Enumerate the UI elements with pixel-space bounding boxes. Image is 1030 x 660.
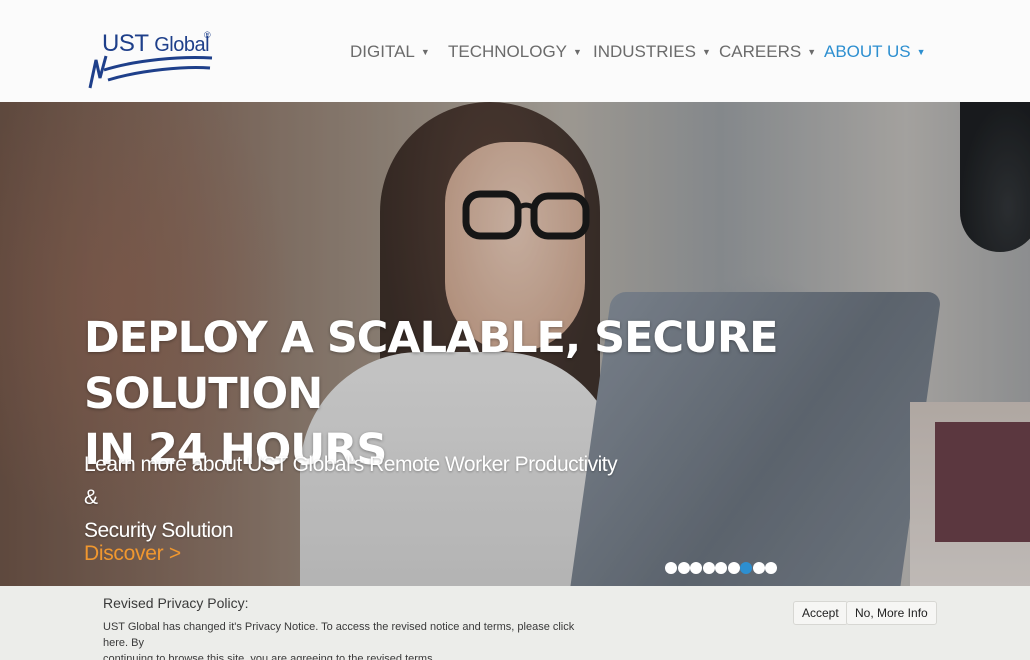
carousel-dot[interactable] — [765, 562, 777, 574]
nav-item-label: DIGITAL — [350, 42, 415, 61]
chevron-down-icon: ▼ — [807, 47, 817, 57]
logo-registered-mark: ® — [204, 30, 211, 40]
nav-item-digital[interactable]: DIGITAL ▼ — [350, 42, 430, 62]
privacy-notice-bar: Revised Privacy Policy: UST Global has c… — [0, 586, 1030, 660]
carousel-dot[interactable] — [690, 562, 702, 574]
chevron-down-icon: ▼ — [420, 47, 430, 57]
chevron-down-icon: ▼ — [916, 47, 926, 57]
privacy-text-line: UST Global has changed it's Privacy Noti… — [103, 621, 575, 649]
nav-item-label: CAREERS — [719, 42, 802, 61]
chevron-down-icon: ▼ — [701, 47, 711, 57]
hero-subtitle-line: Learn more about UST Global's Remote Wor… — [84, 453, 618, 509]
carousel-dot[interactable] — [702, 562, 715, 574]
nav-item-industries[interactable]: INDUSTRIES ▼ — [593, 42, 711, 62]
nav-item-label: ABOUT US — [824, 42, 911, 61]
carousel-dot[interactable] — [665, 562, 677, 574]
carousel-dot[interactable] — [715, 562, 727, 574]
chevron-down-icon: ▼ — [573, 47, 582, 57]
carousel-dot[interactable] — [677, 562, 690, 574]
privacy-text: UST Global has changed it's Privacy Noti… — [103, 619, 598, 660]
carousel-dot[interactable] — [727, 562, 740, 574]
main-nav: DIGITAL ▼ TECHNOLOGY ▼ INDUSTRIES ▼ CAREERS… — [0, 42, 1030, 64]
nav-item-label: INDUSTRIES — [593, 42, 696, 61]
hero-banner: DEPLOY A SCALABLE, SECURE SOLUTION IN 24… — [0, 102, 1030, 586]
nav-item-about-us[interactable]: ABOUT US ▼ — [824, 42, 926, 62]
discover-link[interactable]: Discover > — [84, 542, 181, 566]
hero-title-line: DEPLOY A SCALABLE, SECURE SOLUTION — [84, 313, 778, 419]
site-header: UST Global ® DIGITAL ▼ TECHNOLOGY ▼ INDUST… — [0, 0, 1030, 102]
more-info-button[interactable]: No, More Info — [846, 601, 937, 625]
privacy-title: Revised Privacy Policy: — [103, 595, 249, 611]
nav-item-technology[interactable]: TECHNOLOGY ▼ — [448, 42, 582, 62]
accept-button[interactable]: Accept — [793, 601, 848, 625]
carousel-dot[interactable] — [752, 562, 765, 574]
nav-item-label: TECHNOLOGY — [448, 42, 568, 61]
hero-subtitle: Learn more about UST Global's Remote Wor… — [84, 448, 624, 547]
nav-item-careers[interactable]: CAREERS ▼ — [719, 42, 816, 62]
carousel-dot[interactable] — [740, 562, 752, 574]
privacy-text-line: continuing to browse this site, you are … — [103, 653, 436, 660]
